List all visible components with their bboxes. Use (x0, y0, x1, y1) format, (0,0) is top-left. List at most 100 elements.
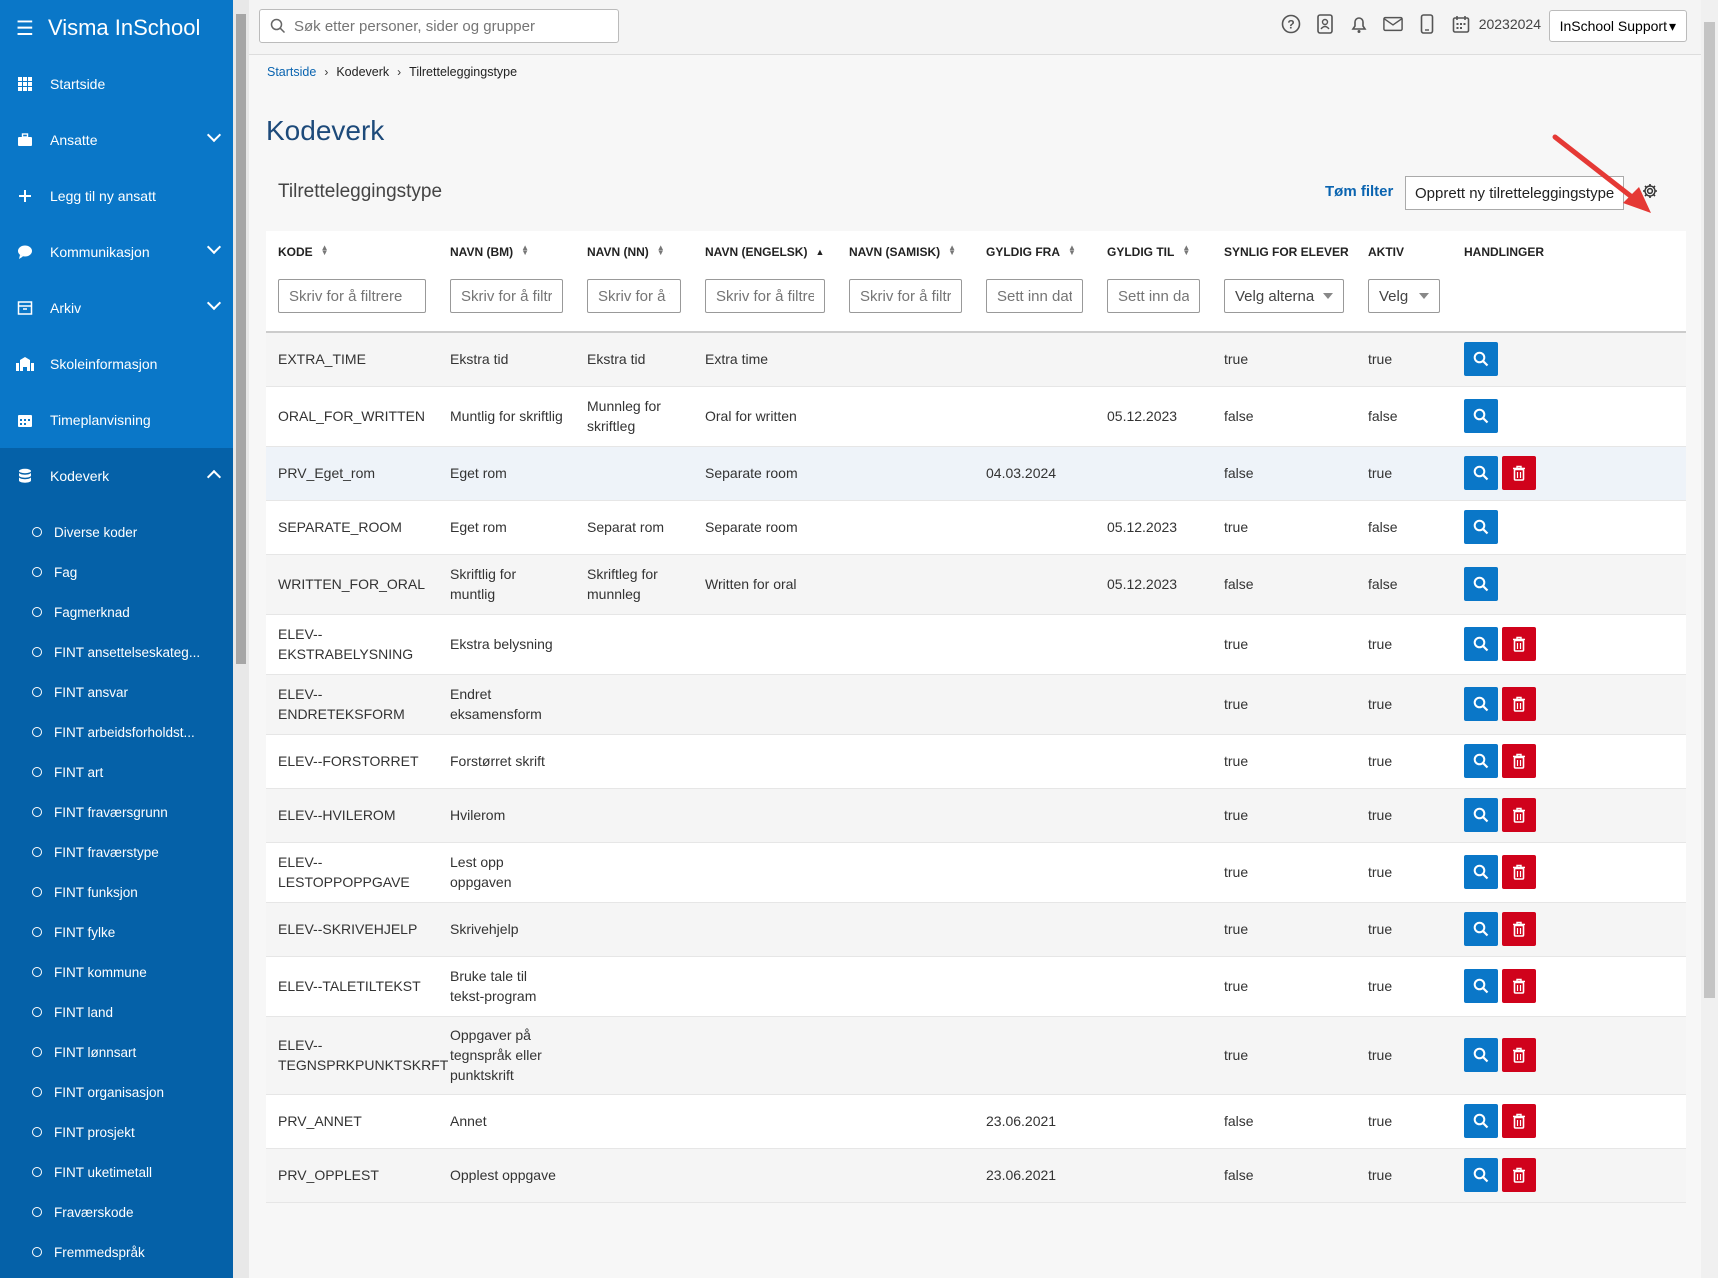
view-button[interactable] (1464, 1038, 1498, 1072)
sidebar-subitem[interactable]: FINT fylke (0, 912, 233, 952)
sidebar-scrollbar[interactable] (233, 0, 249, 1278)
bell-icon[interactable] (1349, 14, 1369, 34)
sidebar-item-arkiv[interactable]: Arkiv (0, 280, 233, 336)
view-button[interactable] (1464, 687, 1498, 721)
sort-icon[interactable]: ▲ ▼ (521, 244, 529, 257)
view-button[interactable] (1464, 510, 1498, 544)
sidebar-subitem[interactable]: FINT prosjekt (0, 1112, 233, 1152)
sidebar-item-skoleinformasjon[interactable]: Skoleinformasjon (0, 336, 233, 392)
column-header[interactable]: NAVN (NN) ▲ ▼ (575, 231, 693, 271)
table-row[interactable]: WRITTEN_FOR_ORAL Skriftlig for muntlig Skr… (266, 554, 1686, 615)
sidebar-subitem[interactable]: Diverse koder (0, 512, 233, 552)
breadcrumb-level2[interactable]: Kodeverk (336, 65, 389, 79)
sidebar-item-startside[interactable]: Startside (0, 56, 233, 112)
sort-icon[interactable]: ▲ ▼ (948, 244, 956, 257)
filter-text-input[interactable] (278, 279, 426, 313)
delete-button[interactable] (1502, 1158, 1536, 1192)
sidebar-item-ansatte[interactable]: Ansatte (0, 112, 233, 168)
delete-button[interactable] (1502, 912, 1536, 946)
sidebar-subitem[interactable]: FINT land (0, 992, 233, 1032)
menu-icon[interactable]: ☰ (16, 16, 34, 41)
view-button[interactable] (1464, 912, 1498, 946)
sidebar-subitem[interactable]: FINT funksjon (0, 872, 233, 912)
view-button[interactable] (1464, 744, 1498, 778)
sidebar-item-kodeverk[interactable]: Kodeverk (0, 448, 233, 504)
view-button[interactable] (1464, 1158, 1498, 1192)
table-row[interactable]: PRV_ANNET Annet 23.06.2021 false true (266, 1094, 1686, 1149)
table-row[interactable]: ELEV--SKRIVEHJELP Skrivehjelp true true (266, 902, 1686, 957)
table-row[interactable]: ELEV--HVILEROM Hvilerom true true (266, 788, 1686, 843)
sidebar-subitem[interactable]: FINT organisasjon (0, 1072, 233, 1112)
sort-icon[interactable]: ▲ ▼ (1068, 244, 1076, 257)
search-box[interactable] (259, 9, 619, 43)
view-button[interactable] (1464, 627, 1498, 661)
delete-button[interactable] (1502, 456, 1536, 490)
page-scrollbar[interactable] (1701, 0, 1718, 1278)
column-header[interactable]: NAVN (BM) ▲ ▼ (438, 231, 575, 271)
sidebar-scrollbar-thumb[interactable] (236, 14, 246, 664)
contact-card-icon[interactable] (1315, 14, 1335, 34)
sidebar-subitem[interactable]: FINT arbeidsforholdst... (0, 712, 233, 752)
filter-text-input[interactable] (705, 279, 825, 313)
view-button[interactable] (1464, 456, 1498, 490)
sidebar-subitem[interactable]: FINT lønnsart (0, 1032, 233, 1072)
sidebar-subitem[interactable]: FINT uketimetall (0, 1152, 233, 1192)
table-row[interactable]: SEPARATE_ROOM Eget rom Separat rom Separate… (266, 500, 1686, 555)
breadcrumb-home[interactable]: Startside (267, 65, 316, 79)
search-input[interactable] (294, 17, 594, 35)
clear-filter-link[interactable]: Tøm filter (1325, 183, 1393, 200)
filter-select[interactable]: Velg alterna (1224, 279, 1344, 313)
delete-button[interactable] (1502, 687, 1536, 721)
sidebar-subitem[interactable]: FINT fraværstype (0, 832, 233, 872)
page-scrollbar-thumb[interactable] (1704, 22, 1715, 998)
filter-select[interactable]: Velg (1368, 279, 1440, 313)
view-button[interactable] (1464, 567, 1498, 601)
table-row[interactable]: PRV_OPPLEST Opplest oppgave 23.06.2021 fals… (266, 1148, 1686, 1203)
column-header[interactable]: KODE ▲ ▼ (266, 231, 438, 271)
filter-date-input[interactable] (986, 279, 1083, 313)
sidebar-subitem[interactable]: Fagmerknad (0, 592, 233, 632)
table-row[interactable]: PRV_Eget_rom Eget rom Separate room 04.03.2… (266, 446, 1686, 501)
filter-text-input[interactable] (849, 279, 962, 313)
mobile-icon[interactable] (1417, 14, 1437, 34)
table-row[interactable]: ELEV--TALETILTEKST Bruke tale til tekst-p… (266, 956, 1686, 1017)
table-row[interactable]: ELEV--TEGNSPRKPUNKTSKRFT Oppgaver på tegn… (266, 1016, 1686, 1095)
view-button[interactable] (1464, 342, 1498, 377)
delete-button[interactable] (1502, 969, 1536, 1003)
sidebar-subitem[interactable]: Fremmedspråk (0, 1232, 233, 1272)
sidebar-subitem[interactable]: FINT art (0, 752, 233, 792)
filter-text-input[interactable] (450, 279, 563, 313)
view-button[interactable] (1464, 399, 1498, 433)
table-row[interactable]: ORAL_FOR_WRITTEN Muntlig for skriftlig Mun… (266, 386, 1686, 447)
user-menu-button[interactable]: InSchool Support ▾ (1548, 10, 1687, 42)
view-button[interactable] (1464, 969, 1498, 1003)
delete-button[interactable] (1502, 627, 1536, 661)
table-row[interactable]: ELEV--ENDRETEKSFORM Endret eksamensform tr… (266, 674, 1686, 735)
sidebar-subitem[interactable]: Fraværskode (0, 1192, 233, 1232)
view-button[interactable] (1464, 855, 1498, 889)
sidebar-subitem[interactable]: FINT fraværsgrunn (0, 792, 233, 832)
delete-button[interactable] (1502, 744, 1536, 778)
calendar-icon[interactable] (1451, 14, 1471, 34)
chevron-down-icon[interactable] (206, 239, 222, 255)
mail-icon[interactable] (1382, 14, 1403, 34)
table-row[interactable]: EXTRA_TIME Ekstra tid Ekstra tid Extra time… (266, 332, 1686, 387)
sidebar-item-legg-til-ny-ansatt[interactable]: Legg til ny ansatt (0, 168, 233, 224)
column-header[interactable]: NAVN (ENGELSK) ▲ (693, 231, 837, 271)
delete-button[interactable] (1502, 1038, 1536, 1072)
sort-icon[interactable]: ▲ ▼ (1182, 244, 1190, 257)
delete-button[interactable] (1502, 855, 1536, 889)
chevron-up-icon[interactable] (206, 469, 222, 485)
sort-ascending-icon[interactable]: ▲ (815, 248, 824, 257)
table-row[interactable]: ELEV--LESTOPPOPPGAVE Lest opp oppgaven tru… (266, 842, 1686, 903)
sidebar-item-timeplanvisning[interactable]: Timeplanvisning (0, 392, 233, 448)
sort-icon[interactable]: ▲ ▼ (657, 244, 665, 257)
chevron-down-icon[interactable] (206, 295, 222, 311)
column-header[interactable]: GYLDIG FRA ▲ ▼ (974, 231, 1095, 271)
sidebar-subitem[interactable]: FINT ansettelseskateg... (0, 632, 233, 672)
school-year[interactable]: 20232024 (1479, 16, 1541, 32)
column-header[interactable]: NAVN (SAMISK) ▲ ▼ (837, 231, 974, 271)
sort-icon[interactable]: ▲ ▼ (321, 244, 329, 257)
filter-date-input[interactable] (1107, 279, 1200, 313)
sidebar-subitem[interactable]: FINT kommune (0, 952, 233, 992)
